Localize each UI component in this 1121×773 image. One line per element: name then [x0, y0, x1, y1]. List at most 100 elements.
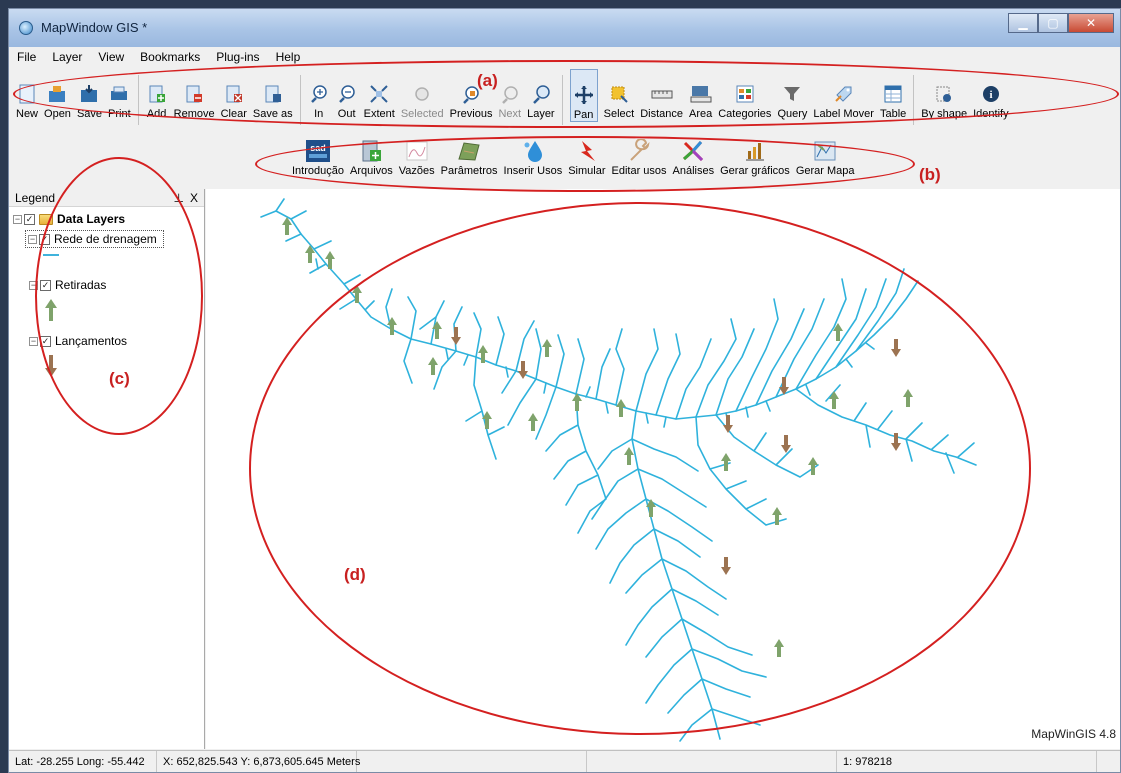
lancamento-marker[interactable] [891, 339, 901, 357]
lancamento-marker[interactable] [781, 435, 791, 453]
minimize-icon: ▁ [1018, 16, 1028, 30]
legend-symbol-row [9, 351, 204, 381]
open-icon [46, 83, 68, 105]
categories-label: Categories [718, 108, 772, 120]
map-canvas[interactable]: MapWinGIS 4.8 [206, 189, 1121, 749]
layer-checkbox[interactable]: ✓ [40, 335, 51, 347]
query-button[interactable]: Query [777, 69, 807, 120]
retirada-marker[interactable] [624, 447, 634, 465]
editar-usos-button[interactable]: Editar usos [612, 137, 667, 177]
menu-bookmarks[interactable]: Bookmarks [132, 50, 208, 64]
print-button[interactable]: Print [108, 69, 131, 120]
retirada-marker[interactable] [721, 453, 731, 471]
retirada-marker[interactable] [478, 345, 488, 363]
layer-lancamentos[interactable]: − ✓ Lançamentos [9, 331, 204, 351]
data-layers-group[interactable]: − ✓ Data Layers [9, 209, 204, 229]
zoom-in-button[interactable]: In [308, 69, 330, 120]
retirada-marker[interactable] [428, 357, 438, 375]
select-button[interactable]: Select [604, 69, 634, 120]
save-label: Save [76, 108, 103, 120]
label-mover-button[interactable]: Label Mover [813, 69, 874, 120]
gerar-graficos-button[interactable]: Gerar gráficos [720, 137, 790, 177]
clear-layers-icon [223, 83, 245, 105]
arquivos-label: Arquivos [349, 165, 393, 177]
collapse-icon[interactable]: − [13, 214, 22, 224]
zoom-layer-button[interactable]: Layer [527, 69, 555, 120]
retirada-marker[interactable] [282, 217, 292, 235]
zoom-out-button[interactable]: Out [336, 69, 358, 120]
save-as-button[interactable]: Save as [253, 69, 293, 120]
analises-button[interactable]: Análises [673, 137, 714, 177]
simular-button[interactable]: Simular [568, 137, 606, 177]
add-layer-button[interactable]: Add [146, 69, 168, 120]
distance-button[interactable]: Distance [640, 69, 683, 120]
collapse-icon[interactable]: − [29, 336, 38, 346]
zoom-in-label: In [314, 108, 324, 120]
map-icon [812, 139, 838, 163]
introducao-button[interactable]: sad Introdução [292, 137, 344, 177]
lancamento-marker[interactable] [451, 327, 461, 345]
menu-help[interactable]: Help [268, 50, 309, 64]
vazoes-button[interactable]: Vazões [399, 137, 435, 177]
retirada-marker[interactable] [542, 339, 552, 357]
menu-file[interactable]: File [9, 50, 44, 64]
maximize-icon: ▢ [1047, 16, 1059, 30]
close-window-button[interactable]: ✕ [1068, 13, 1114, 33]
categories-button[interactable]: Categories [718, 69, 771, 120]
remove-layer-button[interactable]: Remove [174, 69, 215, 120]
simular-label: Simular [568, 165, 606, 177]
arquivos-button[interactable]: Arquivos [350, 137, 393, 177]
parametros-button[interactable]: Parâmetros [441, 137, 498, 177]
menu-plugins[interactable]: Plug-ins [208, 50, 267, 64]
collapse-icon[interactable]: − [29, 280, 38, 290]
files-icon [358, 139, 384, 163]
analysis-icon [680, 139, 706, 163]
zoom-extent-button[interactable]: Extent [364, 69, 395, 120]
query-icon [781, 83, 803, 105]
clear-layers-button[interactable]: Clear [221, 69, 247, 120]
parametros-label: Parâmetros [440, 165, 498, 177]
annotation-label-b: (b) [919, 165, 941, 184]
zoom-selected-button[interactable]: Selected [401, 69, 444, 120]
pin-icon[interactable]: ⊥ [174, 191, 184, 205]
zoom-next-icon [499, 83, 521, 105]
lancamento-marker[interactable] [721, 557, 731, 575]
save-button[interactable]: Save [77, 69, 102, 120]
status-latlong: Lat: -28.255 Long: -55.442 [9, 751, 157, 772]
zoom-next-button[interactable]: Next [498, 69, 521, 120]
pan-icon [573, 84, 595, 106]
layer-checkbox[interactable]: ✓ [40, 279, 51, 291]
retirada-marker[interactable] [325, 251, 335, 269]
status-xy: X: 652,825.543 Y: 6,873,605.645 Meters [157, 751, 360, 772]
by-shape-button[interactable]: By shape [921, 69, 967, 120]
open-button[interactable]: Open [44, 69, 71, 120]
table-button[interactable]: Table [880, 69, 906, 120]
layer-checkbox[interactable]: ✓ [39, 233, 50, 245]
retirada-marker[interactable] [829, 391, 839, 409]
lancamento-marker[interactable] [518, 361, 528, 379]
menu-layer[interactable]: Layer [44, 50, 90, 64]
area-button[interactable]: Area [689, 69, 712, 120]
menu-view[interactable]: View [90, 50, 132, 64]
collapse-icon[interactable]: − [28, 234, 37, 244]
identify-button[interactable]: i Identify [973, 69, 1009, 120]
pan-button[interactable]: Pan [569, 69, 598, 122]
map-drawing[interactable] [206, 189, 1121, 749]
lancamento-marker[interactable] [723, 415, 733, 433]
zoom-selected-icon [411, 83, 433, 105]
minimize-button[interactable]: ▁ [1008, 13, 1038, 33]
group-checkbox[interactable]: ✓ [24, 213, 35, 225]
retirada-marker[interactable] [528, 413, 538, 431]
retirada-marker[interactable] [774, 639, 784, 657]
new-button[interactable]: New [16, 69, 38, 120]
maximize-button[interactable]: ▢ [1038, 13, 1068, 33]
layer-rede-de-drenagem[interactable]: − ✓ Rede de drenagem [9, 229, 204, 249]
gerar-mapa-label: Gerar Mapa [795, 165, 855, 177]
gerar-mapa-button[interactable]: Gerar Mapa [796, 137, 855, 177]
retirada-marker[interactable] [903, 389, 913, 407]
table-label: Table [879, 108, 907, 120]
layer-retiradas[interactable]: − ✓ Retiradas [9, 275, 204, 295]
inserir-usos-button[interactable]: Inserir Usos [504, 137, 562, 177]
status-bar: Lat: -28.255 Long: -55.442 X: 652,825.54… [9, 750, 1120, 772]
legend-close-icon[interactable]: X [190, 191, 198, 205]
